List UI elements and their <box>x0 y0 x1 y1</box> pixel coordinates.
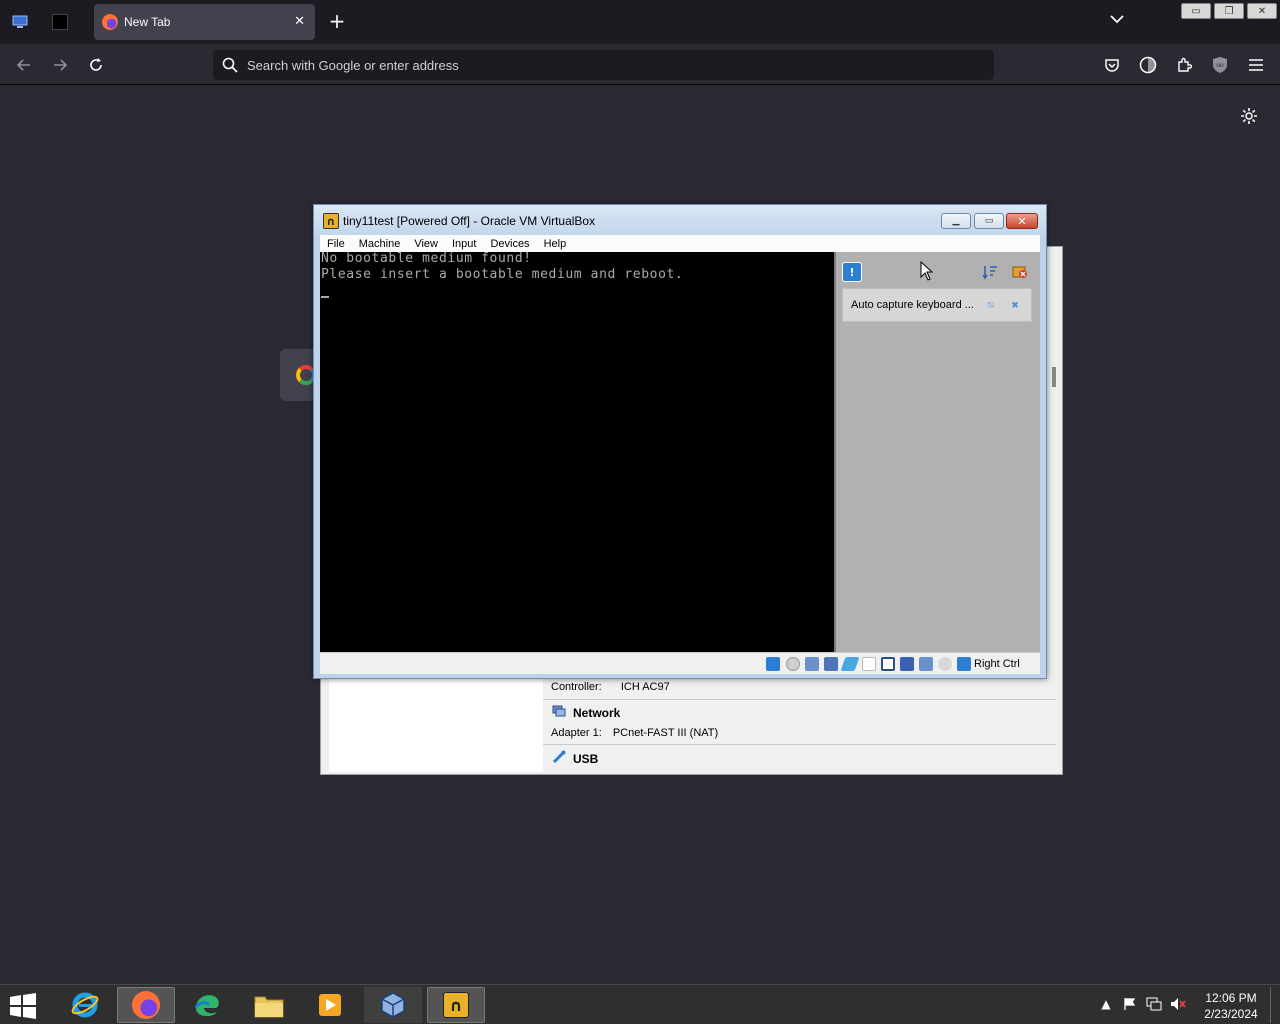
screen-line-2: Please insert a bootable medium and rebo… <box>321 267 684 282</box>
minimize-button[interactable]: ▭ <box>1181 3 1211 19</box>
cpu-icon[interactable] <box>919 657 933 671</box>
ublock-icon[interactable]: uo <box>1208 53 1232 77</box>
vm-title: tiny11test [Powered Off] - Oracle VM Vir… <box>343 214 596 228</box>
menu-devices[interactable]: Devices <box>483 238 536 250</box>
virtualbox-vm-taskbar-icon[interactable]: ∩ <box>427 987 485 1023</box>
usb-status-icon[interactable] <box>840 657 860 671</box>
notification-item: Auto capture keyboard ... ⍉ ✖ <box>842 288 1032 322</box>
vm-close-button[interactable]: ✕ <box>1006 213 1038 229</box>
sort-icon[interactable] <box>980 262 1000 282</box>
recording-icon[interactable] <box>900 657 914 671</box>
network-status-icon[interactable] <box>824 657 838 671</box>
pocket-icon[interactable] <box>1100 53 1124 77</box>
divider <box>543 699 1056 700</box>
firefox-taskbar-icon[interactable] <box>117 987 175 1023</box>
tab-strip: New Tab ✕ + ▭ ❐ ✕ <box>0 0 1280 44</box>
network-icon <box>551 703 567 722</box>
restore-button[interactable]: ❐ <box>1214 3 1244 19</box>
close-window-button[interactable]: ✕ <box>1247 3 1277 19</box>
tab-title: New Tab <box>124 15 171 29</box>
extensions-icon[interactable] <box>1172 53 1196 77</box>
show-hidden-icons-icon[interactable]: ▲ <box>1098 997 1114 1013</box>
search-icon <box>221 56 239 74</box>
dismiss-icon[interactable]: ✖ <box>1009 300 1021 312</box>
shared-folders-icon[interactable] <box>862 657 876 671</box>
menu-help[interactable]: Help <box>537 238 574 250</box>
audio-icon[interactable] <box>805 657 819 671</box>
address-bar[interactable] <box>213 50 994 80</box>
volume-muted-icon[interactable] <box>1170 997 1186 1013</box>
adapter-label: Adapter 1: <box>551 727 602 739</box>
menu-input[interactable]: Input <box>445 238 483 250</box>
controller-value: ICH AC97 <box>620 681 670 693</box>
taskbar: ∩ ▲ 12:06 PM 2/23/2024 <box>0 984 1280 1024</box>
menu-icon[interactable] <box>1244 53 1268 77</box>
notification-text: Auto capture keyboard ... <box>851 299 974 311</box>
clear-notifications-icon[interactable] <box>1010 262 1030 282</box>
tab-new-tab[interactable]: New Tab ✕ <box>94 4 315 40</box>
vm-display[interactable]: No bootable medium found! Please insert … <box>320 251 834 652</box>
optical-drive-icon[interactable] <box>786 657 800 671</box>
adapter-value: PCnet-FAST III (NAT) <box>612 727 719 739</box>
mouse-integration-icon[interactable] <box>938 657 952 671</box>
clock-date: 2/23/2024 <box>1204 1007 1258 1021</box>
edge-icon[interactable] <box>178 987 236 1023</box>
clock-time: 12:06 PM <box>1205 991 1257 1005</box>
network-header-label: Network <box>573 705 621 720</box>
vm-menubar: File Machine View Input Devices Help <box>320 235 1040 252</box>
file-explorer-icon[interactable] <box>240 987 298 1023</box>
vm-statusbar: Right Ctrl <box>320 652 1040 674</box>
vm-titlebar[interactable]: ∩ tiny11test [Powered Off] - Oracle VM V… <box>314 205 1046 235</box>
hard-disk-icon[interactable] <box>766 657 780 671</box>
computer-icon[interactable] <box>6 8 34 36</box>
clock[interactable]: 12:06 PM 2/23/2024 <box>1196 990 1266 1022</box>
vm-minimize-button[interactable]: ▁ <box>941 213 971 229</box>
chevron-down-icon[interactable] <box>1110 12 1124 28</box>
show-desktop-button[interactable] <box>1270 987 1278 1023</box>
firefox-icon <box>102 14 118 30</box>
divider <box>543 744 1056 745</box>
do-not-show-again-icon[interactable]: ⍉ <box>985 300 997 312</box>
network-tray-icon[interactable] <box>1146 997 1162 1013</box>
url-input[interactable] <box>247 57 947 73</box>
navigation-toolbar: uo <box>0 44 1280 85</box>
notification-panel: ! Auto capture keyboard ... ⍉ ✖ <box>834 252 1040 652</box>
controller-row: Controller: ICH AC97 <box>551 681 670 693</box>
vm-maximize-button[interactable]: ▭ <box>974 213 1004 229</box>
virtualbox-icon[interactable] <box>364 987 422 1023</box>
action-center-flag-icon[interactable] <box>1122 997 1138 1013</box>
adapter-row: Adapter 1: PCnet-FAST III (NAT) <box>551 727 718 739</box>
new-tab-button[interactable]: + <box>326 10 348 32</box>
vm-list-panel <box>329 677 543 772</box>
keyboard-capture-icon[interactable] <box>957 657 971 671</box>
account-icon[interactable] <box>1136 53 1160 77</box>
screen-line-1: No bootable medium found! <box>321 251 532 266</box>
mouse-pointer-icon <box>920 260 934 281</box>
scrollbar[interactable] <box>1052 367 1056 387</box>
reload-icon[interactable] <box>84 53 108 77</box>
menu-machine[interactable]: Machine <box>352 238 408 250</box>
host-key-label: Right Ctrl <box>974 658 1020 670</box>
info-icon[interactable]: ! <box>842 262 862 282</box>
controller-label: Controller: <box>551 681 602 693</box>
menu-file[interactable]: File <box>320 238 352 250</box>
svg-text:uo: uo <box>1216 62 1224 69</box>
usb-header-label: USB <box>573 751 599 766</box>
internet-explorer-icon[interactable] <box>56 987 114 1023</box>
usb-section-header[interactable]: USB <box>551 749 598 768</box>
text-cursor <box>321 296 329 298</box>
media-player-icon[interactable] <box>301 987 359 1023</box>
virtualbox-vm-icon: ∩ <box>323 213 339 229</box>
menu-view[interactable]: View <box>407 238 445 250</box>
gear-icon[interactable] <box>1240 107 1258 125</box>
start-button[interactable] <box>8 993 38 1019</box>
back-icon[interactable] <box>12 53 36 77</box>
close-icon[interactable]: ✕ <box>294 14 305 29</box>
usb-icon <box>551 749 567 768</box>
vm-window: ∩ tiny11test [Powered Off] - Oracle VM V… <box>313 204 1047 679</box>
forward-icon[interactable] <box>48 53 72 77</box>
black-square-icon[interactable] <box>46 8 74 36</box>
network-section-header[interactable]: Network <box>551 703 620 722</box>
display-icon[interactable] <box>881 657 895 671</box>
